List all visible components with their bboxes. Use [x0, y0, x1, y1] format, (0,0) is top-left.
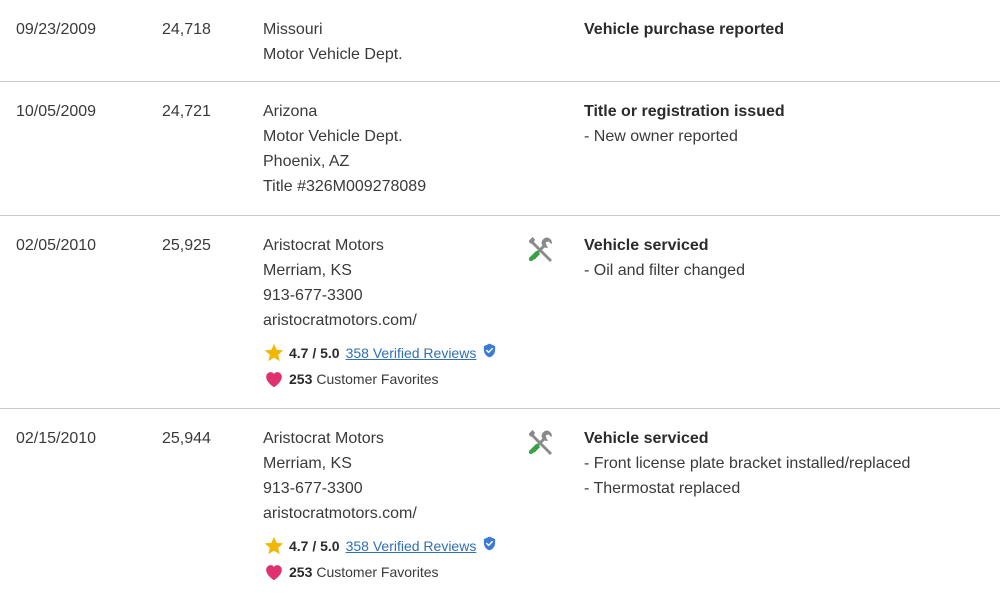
- rating-row: 4.7 / 5.0 358 Verified Reviews: [263, 534, 518, 558]
- event-title: Title or registration issued: [584, 103, 785, 120]
- source-line: 913-677-3300: [263, 287, 363, 304]
- wrench-screwdriver-icon: [528, 237, 552, 262]
- record-mileage: 25,925: [162, 237, 211, 254]
- source-line: aristocratmotors.com/: [263, 505, 417, 522]
- source-line: Title #326M009278089: [263, 178, 427, 195]
- record-date: 02/15/2010: [16, 430, 97, 447]
- record-source: Aristocrat Motors Merriam, KS 913-677-33…: [263, 233, 518, 391]
- record-source: Arizona Motor Vehicle Dept. Phoenix, AZ …: [263, 99, 518, 199]
- source-line: Arizona: [263, 103, 318, 120]
- rating-value: 4.7 / 5.0: [289, 344, 340, 361]
- record-date: 02/05/2010: [16, 237, 97, 254]
- event-title: Vehicle serviced: [584, 430, 709, 447]
- detail-line: - Oil and filter changed: [584, 262, 745, 279]
- source-line: Aristocrat Motors: [263, 237, 384, 254]
- record-source: Aristocrat Motors Merriam, KS 913-677-33…: [263, 426, 518, 584]
- record-mileage: 24,721: [162, 103, 211, 120]
- heart-icon: [266, 372, 282, 388]
- record-details: Title or registration issued - New owner…: [584, 99, 984, 149]
- heart-icon: [266, 565, 282, 581]
- rating-value: 4.7 / 5.0: [289, 537, 340, 554]
- verified-reviews-link[interactable]: 358 Verified Reviews: [346, 534, 477, 559]
- service-icon-cell: [526, 427, 556, 457]
- event-title: Vehicle purchase reported: [584, 21, 785, 38]
- history-record: 09/23/2009 24,718 Missouri Motor Vehicle…: [0, 0, 1000, 82]
- history-record: 10/05/2009 24,721 Arizona Motor Vehicle …: [0, 82, 1000, 216]
- vehicle-history-table: 09/23/2009 24,718 Missouri Motor Vehicle…: [0, 0, 1000, 600]
- verified-shield-icon: [484, 536, 496, 550]
- record-mileage: 24,718: [162, 21, 211, 38]
- source-line: Aristocrat Motors: [263, 430, 384, 447]
- record-details: Vehicle serviced - Front license plate b…: [584, 426, 984, 501]
- source-line: Merriam, KS: [263, 455, 352, 472]
- star-icon: [264, 343, 284, 362]
- favorites-label: Customer Favorites: [316, 370, 439, 387]
- record-details: Vehicle serviced - Oil and filter change…: [584, 233, 984, 283]
- record-mileage: 25,944: [162, 430, 211, 447]
- history-record: 02/05/2010 25,925 Aristocrat Motors Merr…: [0, 216, 1000, 409]
- verified-reviews-link[interactable]: 358 Verified Reviews: [346, 341, 477, 366]
- source-line: aristocratmotors.com/: [263, 312, 417, 329]
- record-date: 09/23/2009: [16, 21, 97, 38]
- wrench-screwdriver-icon: [528, 430, 552, 455]
- event-title: Vehicle serviced: [584, 237, 709, 254]
- star-icon: [264, 536, 284, 555]
- source-line: Motor Vehicle Dept.: [263, 128, 403, 145]
- detail-line: - Front license plate bracket installed/…: [584, 455, 911, 472]
- favorites-row: 253 Customer Favorites: [263, 560, 518, 584]
- rating-row: 4.7 / 5.0 358 Verified Reviews: [263, 341, 518, 365]
- record-date: 10/05/2009: [16, 103, 97, 120]
- service-icon-cell: [526, 234, 556, 264]
- source-line: Motor Vehicle Dept.: [263, 46, 403, 63]
- verified-shield-icon: [484, 343, 496, 357]
- favorites-count: 253: [289, 563, 313, 580]
- history-record: 02/15/2010 25,944 Aristocrat Motors Merr…: [0, 409, 1000, 600]
- record-details: Vehicle purchase reported: [584, 17, 984, 42]
- detail-line: - Thermostat replaced: [584, 480, 741, 497]
- detail-line: - New owner reported: [584, 128, 738, 145]
- favorites-label: Customer Favorites: [316, 563, 439, 580]
- source-line: Phoenix, AZ: [263, 153, 350, 170]
- favorites-count: 253: [289, 370, 313, 387]
- favorites-row: 253 Customer Favorites: [263, 367, 518, 391]
- source-line: Missouri: [263, 21, 323, 38]
- source-line: Merriam, KS: [263, 262, 352, 279]
- source-line: 913-677-3300: [263, 480, 363, 497]
- record-source: Missouri Motor Vehicle Dept.: [263, 17, 518, 67]
